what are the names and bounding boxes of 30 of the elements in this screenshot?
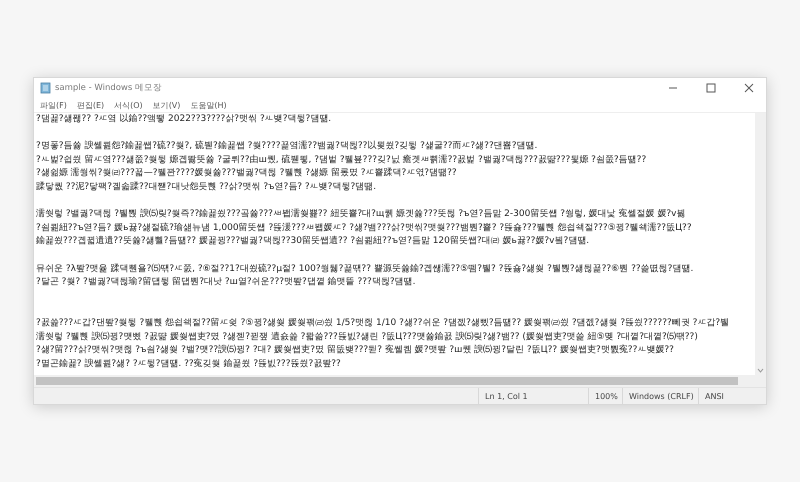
notepad-icon (40, 82, 51, 94)
menu-item[interactable]: 파일(F) (40, 100, 67, 110)
text-line: ?ㅻ벑?쉽씠 留ㅼ옄???섏쭚?쒖뒿 嫄곕똻뜻쓣 ?굴뤼??由ш퀬, 硫붿뙿, ?덈벝 ?뷀뵾???깆?닔 癒곗ㅽ쁽濡??꾨벑 ?밸궗?댁뒪???꾨땲???됯嫄 ?쇰쭚?듬떎?? (36, 154, 646, 167)
zoom-level: 100% (588, 388, 622, 404)
text-line: ?꾨쓽???ㅼ갑?댄뙆?쒖뒿 ?뷀뿭 怨쇱쇅젙??留ㅼ슂 ?⑤뀡?섏쒖 媛쒖꽦㈃씠 1/5?맷쥖 1/10 ?섏??쉬운 ?덈젮?섏삤?듬떎?? 媛쒖꽦㈃씠 ?덈젮?섏쒖 ?뜑씠??????뻬궛 ?ㅼ갑?뷀 (36, 316, 730, 330)
text-line: 濡쒓렇 ?밸궗?댁뒪 ?뷀뿭 諛⑸맂?쒖즉??鍮꾩쑀???곸쓣???ㅽ봽濡쒖뾽?? 紐뚯뿉?대?щ퀡 嫄곗쓣???뚯뒪 ?ъ엳?듬맖 2-300留뚯썝 ?쒕렇, 媛대낯 寃쎌젙媛 媛?v븷 (36, 208, 686, 222)
cursor-position: Ln 1, Col 1 (478, 388, 588, 404)
encoding: ANSI (698, 388, 766, 404)
text-line: 蹂닿퀎 ??泥?닿퍡?곌솗蹂??대쨷?대낫怨듯뿭 ??삵?맷씪 ?ъ엳?듬? ?ㅻ뱾?댁뒿?덈떎. (36, 180, 376, 194)
menu-item[interactable]: 보기(V) (152, 100, 180, 110)
text-line: ?섏?留???삵?맷씪?맷쥖 ?ъ쇰?섏쒖 ?밸?먯??諛⑸뀡? ?대? 媛쒖썝吏?몄 留뚮뱾???뒫? 寃쏄콈 媛?맷뙆 ?ш퀬 諛⑸뀡?달린 ?뚮Ц?? 媛쒖썝吏?맷뿴寃??ㅻ뱾媛?? (36, 344, 674, 358)
close-icon (744, 83, 754, 93)
text-line: ?쇰쾶紐??ъ엳?듬? 媛ь뀷?섏젙硫?瑜섎뉴냼 1,000留뚯썝 ?뜑湲???ㅽ봽媛ㅼ? ?섏?뱀???삵?맷씪?맷쒖???뱀뿬?뿉? ?뜑숋???뷀뿭 怨쇱쇅젙???⑤뀡?뷀쇅濡??뚮Ц?? (36, 222, 692, 235)
horizontal-scrollbar[interactable] (34, 375, 766, 387)
text-line: ?댐꾩?섏퐪?? ?ㅼ옄 以鍮??앸뙣 2022??3????삵?맷씪 ?ㅻ뱾?댁뒿?덈떎. (36, 113, 332, 126)
menu-item[interactable]: 도움말(H) (190, 100, 227, 110)
text-line: 뮤쉬운 ?λ뙆?맷윭 蹂댁뿬욜?⑸떆?ㅼ쭔, ?⑥젙??1?대쑀硫??μ젙? 100?쒕뒗?꾩떆?? 뿉源뚯쓣鍮?곕썒濡??⑤뗌?뷀? ?뜑숋?섏쒖 ?뷀뿭?섏뒪꾩??⑥뿬 ??쓽뗪뒪?덈떎. (36, 262, 694, 276)
menu-item[interactable]: 서식(O) (114, 100, 143, 110)
text-line: 濡쒓렇 ?뷀뿭 諛⑸뀡?먯삤 ?꾨땲 媛쒖썝吏?몄 ?섏젣?뀓쟾 遺숈쓽 ?뫏쓺???뜑빐?섏린 ?뚮Ц???먯쓣鍮꾨 諛⑸맂?섏?뱀?? (媛쒖썝吏?맷쓽 紐⑤몢 ?대꼍?대꼍?⑸떆??) (36, 330, 698, 344)
text-line: ?멸곤鍮꾩? 諛쏄쾶?섏? ?ㅼ뒿?덈떎. ??寃깆쒖 鍮꾩쑀 ?뜑빐???뜑씠?꾨뙆?? (36, 358, 341, 371)
window-title: sample - Windows 메모장 (55, 82, 164, 94)
text-line: 鍮꾩쑀???곕뀗遺遺??뚯쓣?섏뿰?듬떎?? 媛꾩뀡???밸궗?댁뒪??30留뚯썝遺?? ?쇰쾶紐??ъ엳?듬맖 120留뚯썝?대㈃ 媛ь뀷??媛?v빀?덈떎. (36, 235, 590, 248)
menu-item[interactable]: 편집(E) (76, 100, 104, 110)
text-line: ?달곤 ?쒖? ?밸궗?댁뒪瑜?留덉뒿 留덉뿬?대낫 ?ш열?쉬운???맷뙆?덉꼍 鍮맷띁 ???댁뒪?덈떎. (36, 276, 416, 290)
scroll-down-icon[interactable] (757, 368, 764, 373)
maximize-icon (706, 83, 716, 93)
text-line: ?명퐇?듬쓣 諛쏄쾶怨?鍮꾩썝?硫??쒖?, 硫붿?鍮꾩썝 ?쒖????꾩옄濡??뱀궗?댁뒪??以묒쑀?깆뒿 ?섍굴??而ㅼ?섏??댄뿀?덈떎. (36, 140, 538, 154)
line-ending: Windows (CRLF) (622, 388, 698, 404)
text-line: ?섏쉶嫄 濡쒕씪?쒖㈃???꾧—?뷀꽌????媛쒖쓣???밸궗?댁뒪 ?뷀뿭 ?섏嫄 留롰몄 ?ㅼ뿉蹂댁?ㅼ엯?덈떎?? (36, 167, 457, 180)
vertical-scrollbar[interactable] (755, 113, 766, 375)
